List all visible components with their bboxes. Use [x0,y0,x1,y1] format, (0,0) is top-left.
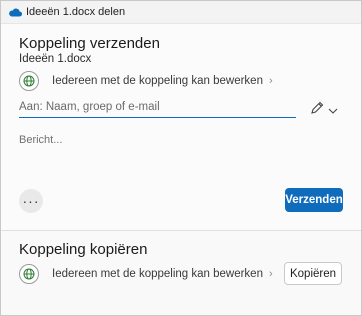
share-dialog: Ideeën 1.docx delen Koppeling verzenden … [0,0,362,316]
chevron-right-icon: › [268,75,273,87]
window-title: Ideeën 1.docx delen [26,6,126,18]
chevron-right-icon: › [268,268,273,280]
send-permission-setting[interactable]: Iedereen met de koppeling kan bewerken › [19,71,273,91]
copy-permission-setting[interactable]: Iedereen met de koppeling kan bewerken › [19,264,273,284]
send-link-section: Koppeling verzenden Ideeën 1.docx Iedere… [1,24,361,230]
copy-link-heading: Koppeling kopiëren [19,241,148,258]
recipient-input[interactable] [19,97,296,118]
send-link-heading: Koppeling verzenden [19,35,160,52]
title-bar: Ideeën 1.docx delen [1,1,361,24]
more-options-button[interactable]: ··· [19,189,43,213]
onedrive-cloud-icon [8,7,22,17]
send-button[interactable]: Verzenden [285,188,343,212]
globe-icon [19,264,39,284]
globe-icon [19,71,39,91]
more-icon: ··· [22,193,40,209]
copy-button[interactable]: Kopiëren [284,262,342,285]
pen-icon[interactable] [309,100,325,116]
copy-permission-label: Iedereen met de koppeling kan bewerken [52,268,263,280]
chevron-down-icon[interactable] [327,103,339,114]
send-permission-label: Iedereen met de koppeling kan bewerken [52,75,263,87]
message-input[interactable] [19,134,339,174]
file-name: Ideeën 1.docx [19,53,92,65]
copy-link-section: Koppeling kopiëren Iedereen met de koppe… [1,231,361,315]
